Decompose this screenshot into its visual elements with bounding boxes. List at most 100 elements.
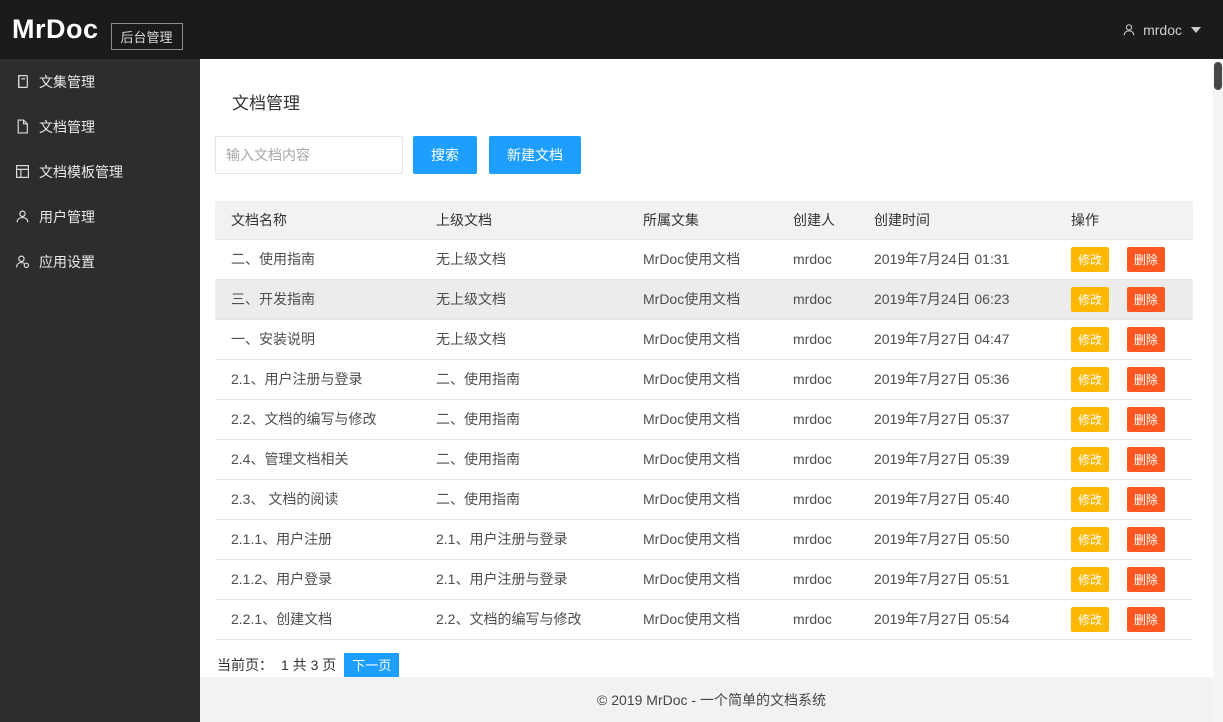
new-doc-button[interactable]: 新建文档 (489, 136, 581, 174)
footer: © 2019 MrDoc - 一个简单的文档系统 (200, 677, 1223, 722)
table-header-row: 文档名称 上级文档 所属文集 创建人 创建时间 操作 (215, 201, 1193, 240)
sidebar-item-label: 用户管理 (39, 208, 95, 225)
doc-actions-cell: 修改 删除 (1055, 439, 1193, 480)
user-menu[interactable]: mrdoc (1122, 22, 1201, 38)
pagination: 当前页： 1 共 3 页 下一页 (215, 652, 1193, 677)
doc-parent-cell: 二、使用指南 (420, 399, 627, 440)
table-row: 2.4、管理文档相关 二、使用指南 MrDoc使用文档 mrdoc 2019年7… (215, 439, 1193, 480)
doc-name-cell: 二、使用指南 (215, 239, 420, 280)
doc-creator-cell: mrdoc (777, 279, 858, 320)
doc-creator-cell: mrdoc (777, 559, 858, 600)
doc-parent-cell: 2.2、文档的编写与修改 (420, 599, 627, 640)
delete-button[interactable]: 删除 (1126, 286, 1165, 312)
doc-actions-cell: 修改 删除 (1055, 239, 1193, 280)
topbar: MrDoc 后台管理 mrdoc (0, 0, 1223, 59)
table-row: 二、使用指南 无上级文档 MrDoc使用文档 mrdoc 2019年7月24日 … (215, 239, 1193, 280)
scrollbar-thumb[interactable] (1214, 62, 1222, 90)
doc-actions-cell: 修改 删除 (1055, 359, 1193, 400)
doc-parent-cell: 无上级文档 (420, 279, 627, 320)
col-header-created: 创建时间 (858, 201, 1055, 240)
doc-creator-cell: mrdoc (777, 439, 858, 480)
doc-collection-cell: MrDoc使用文档 (627, 439, 777, 480)
delete-button[interactable]: 删除 (1126, 606, 1165, 632)
doc-collection-cell: MrDoc使用文档 (627, 319, 777, 360)
sidebar-item-templates[interactable]: 文档模板管理 (0, 149, 200, 194)
chevron-down-icon (1191, 26, 1201, 33)
doc-name-cell: 2.2.1、创建文档 (215, 599, 420, 640)
delete-button[interactable]: 删除 (1126, 326, 1165, 352)
user-icon (1122, 22, 1137, 37)
doc-name-cell: 一、安装说明 (215, 319, 420, 360)
admin-badge: 后台管理 (110, 23, 183, 50)
scrollbar[interactable] (1213, 59, 1223, 722)
col-header-actions: 操作 (1055, 201, 1193, 240)
doc-parent-cell: 2.1、用户注册与登录 (420, 559, 627, 600)
doc-collection-cell: MrDoc使用文档 (627, 559, 777, 600)
doc-creator-cell: mrdoc (777, 239, 858, 280)
doc-collection-cell: MrDoc使用文档 (627, 399, 777, 440)
table-row: 一、安装说明 无上级文档 MrDoc使用文档 mrdoc 2019年7月27日 … (215, 319, 1193, 360)
sidebar-item-label: 文档管理 (39, 118, 95, 135)
pagination-label: 当前页： (217, 656, 273, 673)
doc-parent-cell: 二、使用指南 (420, 359, 627, 400)
table-row: 2.1、用户注册与登录 二、使用指南 MrDoc使用文档 mrdoc 2019年… (215, 359, 1193, 400)
document-icon (15, 119, 30, 134)
table-row: 2.1.2、用户登录 2.1、用户注册与登录 MrDoc使用文档 mrdoc 2… (215, 559, 1193, 600)
modify-button[interactable]: 修改 (1071, 526, 1110, 552)
sidebar-item-settings[interactable]: 应用设置 (0, 239, 200, 284)
doc-name-cell: 2.4、管理文档相关 (215, 439, 420, 480)
delete-button[interactable]: 删除 (1126, 526, 1165, 552)
doc-collection-cell: MrDoc使用文档 (627, 479, 777, 520)
doc-name-cell: 2.1.2、用户登录 (215, 559, 420, 600)
doc-name-cell: 2.2、文档的编写与修改 (215, 399, 420, 440)
doc-creator-cell: mrdoc (777, 399, 858, 440)
doc-name-cell: 三、开发指南 (215, 279, 420, 320)
col-header-collection: 所属文集 (627, 201, 777, 240)
doc-collection-cell: MrDoc使用文档 (627, 599, 777, 640)
search-input[interactable] (215, 136, 403, 174)
doc-creator-cell: mrdoc (777, 479, 858, 520)
doc-created-cell: 2019年7月27日 05:36 (858, 359, 1055, 400)
modify-button[interactable]: 修改 (1071, 406, 1110, 432)
table-body: 二、使用指南 无上级文档 MrDoc使用文档 mrdoc 2019年7月24日 … (215, 239, 1193, 640)
search-button[interactable]: 搜索 (413, 136, 477, 174)
delete-button[interactable]: 删除 (1126, 446, 1165, 472)
delete-button[interactable]: 删除 (1126, 486, 1165, 512)
sidebar-item-users[interactable]: 用户管理 (0, 194, 200, 239)
delete-button[interactable]: 删除 (1126, 566, 1165, 592)
template-icon (15, 164, 30, 179)
modify-button[interactable]: 修改 (1071, 326, 1110, 352)
search-bar: 搜索 新建文档 (215, 136, 1193, 174)
delete-button[interactable]: 删除 (1126, 246, 1165, 272)
footer-text: © 2019 MrDoc - 一个简单的文档系统 (597, 691, 826, 708)
main-content: 文档管理 搜索 新建文档 文档名称 上级文档 所属文集 创建人 创建时间 操作 (200, 59, 1223, 722)
doc-parent-cell: 2.1、用户注册与登录 (420, 519, 627, 560)
doc-actions-cell: 修改 删除 (1055, 519, 1193, 560)
table-row: 2.2.1、创建文档 2.2、文档的编写与修改 MrDoc使用文档 mrdoc … (215, 599, 1193, 640)
delete-button[interactable]: 删除 (1126, 366, 1165, 392)
documents-table: 文档名称 上级文档 所属文集 创建人 创建时间 操作 二、使用指南 无上级文档 … (215, 201, 1193, 640)
settings-icon (15, 254, 30, 269)
doc-parent-cell: 二、使用指南 (420, 479, 627, 520)
delete-button[interactable]: 删除 (1126, 406, 1165, 432)
sidebar-item-documents[interactable]: 文档管理 (0, 104, 200, 149)
modify-button[interactable]: 修改 (1071, 366, 1110, 392)
col-header-creator: 创建人 (777, 201, 858, 240)
sidebar-item-collections[interactable]: 文集管理 (0, 59, 200, 104)
sidebar-item-label: 应用设置 (39, 253, 95, 270)
modify-button[interactable]: 修改 (1071, 606, 1110, 632)
modify-button[interactable]: 修改 (1071, 566, 1110, 592)
sidebar-item-label: 文档模板管理 (39, 163, 123, 180)
modify-button[interactable]: 修改 (1071, 446, 1110, 472)
next-page-button[interactable]: 下一页 (344, 652, 400, 677)
doc-parent-cell: 无上级文档 (420, 319, 627, 360)
doc-actions-cell: 修改 删除 (1055, 399, 1193, 440)
modify-button[interactable]: 修改 (1071, 286, 1110, 312)
username: mrdoc (1143, 21, 1182, 38)
app-logo: MrDoc (12, 14, 99, 44)
doc-created-cell: 2019年7月27日 05:50 (858, 519, 1055, 560)
doc-created-cell: 2019年7月27日 05:51 (858, 559, 1055, 600)
doc-created-cell: 2019年7月27日 05:40 (858, 479, 1055, 520)
modify-button[interactable]: 修改 (1071, 486, 1110, 512)
modify-button[interactable]: 修改 (1071, 246, 1110, 272)
